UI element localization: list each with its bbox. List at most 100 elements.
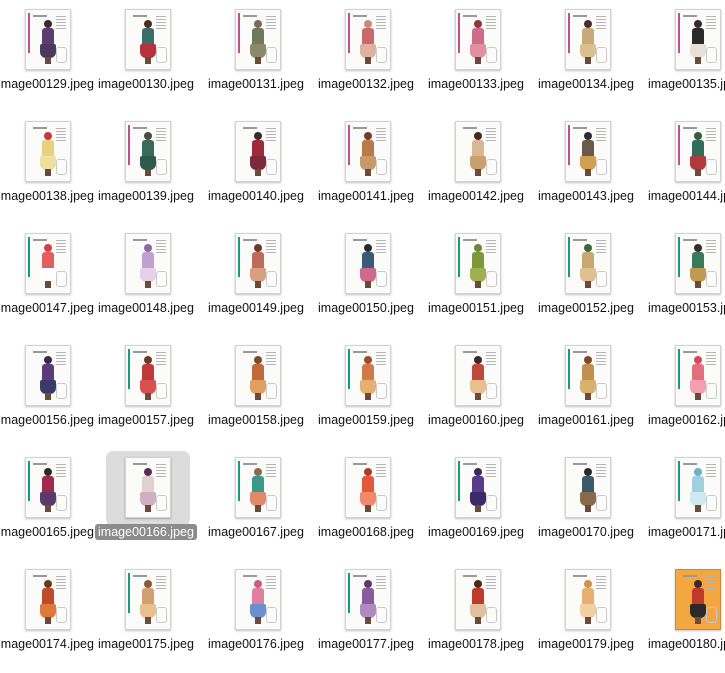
file-item[interactable]: image00180.jpeg — [641, 569, 725, 673]
file-name-label[interactable]: image00179.jpeg — [531, 637, 641, 651]
file-name-label[interactable]: image00143.jpeg — [531, 189, 641, 203]
image-thumbnail[interactable] — [235, 457, 281, 518]
file-name-label[interactable]: image00131.jpeg — [201, 77, 311, 91]
file-name-label[interactable]: image00174.jpeg — [0, 637, 101, 651]
file-item[interactable]: image00170.jpeg — [531, 457, 641, 561]
file-item[interactable]: image00139.jpeg — [91, 121, 201, 225]
file-name-label[interactable]: image00180.jpeg — [641, 637, 725, 651]
image-thumbnail[interactable] — [345, 9, 391, 70]
file-name-label[interactable]: image00165.jpeg — [0, 525, 101, 539]
image-thumbnail[interactable] — [675, 9, 721, 70]
file-item[interactable]: image00178.jpeg — [421, 569, 531, 673]
image-thumbnail[interactable] — [25, 457, 71, 518]
image-thumbnail[interactable] — [125, 121, 171, 182]
file-name-label[interactable]: image00153.jpeg — [641, 301, 725, 315]
file-item[interactable]: image00144.jpeg — [641, 121, 725, 225]
image-thumbnail[interactable] — [235, 9, 281, 70]
file-name-label[interactable]: image00130.jpeg — [91, 77, 201, 91]
file-item[interactable]: image00143.jpeg — [531, 121, 641, 225]
file-item[interactable]: image00158.jpeg — [201, 345, 311, 449]
file-item[interactable]: image00150.jpeg — [311, 233, 421, 337]
file-item[interactable]: image00135.jpeg — [641, 9, 725, 113]
image-thumbnail[interactable] — [455, 569, 501, 630]
image-thumbnail[interactable] — [455, 121, 501, 182]
image-thumbnail[interactable] — [675, 569, 721, 630]
file-name-label[interactable]: image00176.jpeg — [201, 637, 311, 651]
file-name-label[interactable]: image00166.jpeg — [91, 524, 201, 540]
file-item[interactable]: image00162.jpeg — [641, 345, 725, 449]
file-item[interactable]: image00166.jpeg — [91, 451, 201, 561]
file-name-label[interactable]: image00142.jpeg — [421, 189, 531, 203]
image-thumbnail[interactable] — [235, 569, 281, 630]
file-item[interactable]: image00168.jpeg — [311, 457, 421, 561]
file-item[interactable]: image00165.jpeg — [0, 457, 101, 561]
file-item[interactable]: image00169.jpeg — [421, 457, 531, 561]
file-name-label[interactable]: image00177.jpeg — [311, 637, 421, 651]
image-thumbnail[interactable] — [565, 457, 611, 518]
file-name-label[interactable]: image00159.jpeg — [311, 413, 421, 427]
image-thumbnail[interactable] — [345, 121, 391, 182]
file-name-label[interactable]: image00129.jpeg — [0, 77, 101, 91]
file-name-label[interactable]: image00139.jpeg — [91, 189, 201, 203]
image-thumbnail[interactable] — [125, 569, 171, 630]
file-name-label[interactable]: image00147.jpeg — [0, 301, 101, 315]
file-name-label[interactable]: image00162.jpeg — [641, 413, 725, 427]
image-thumbnail[interactable] — [345, 345, 391, 406]
file-item[interactable]: image00138.jpeg — [0, 121, 101, 225]
file-item[interactable]: image00132.jpeg — [311, 9, 421, 113]
image-thumbnail[interactable] — [25, 233, 71, 294]
file-name-label[interactable]: image00144.jpeg — [641, 189, 725, 203]
file-item[interactable]: image00171.jpeg — [641, 457, 725, 561]
file-name-label[interactable]: image00138.jpeg — [0, 189, 101, 203]
image-thumbnail[interactable] — [455, 9, 501, 70]
file-item[interactable]: image00142.jpeg — [421, 121, 531, 225]
file-item[interactable]: image00167.jpeg — [201, 457, 311, 561]
file-item[interactable]: image00149.jpeg — [201, 233, 311, 337]
file-item[interactable]: image00131.jpeg — [201, 9, 311, 113]
image-thumbnail[interactable] — [675, 345, 721, 406]
file-name-label[interactable]: image00140.jpeg — [201, 189, 311, 203]
file-item[interactable]: image00160.jpeg — [421, 345, 531, 449]
image-thumbnail[interactable] — [675, 121, 721, 182]
image-thumbnail[interactable] — [565, 345, 611, 406]
image-thumbnail[interactable] — [675, 233, 721, 294]
file-item[interactable]: image00140.jpeg — [201, 121, 311, 225]
file-name-label[interactable]: image00157.jpeg — [91, 413, 201, 427]
image-thumbnail[interactable] — [455, 457, 501, 518]
file-name-label[interactable]: image00169.jpeg — [421, 525, 531, 539]
file-item[interactable]: image00148.jpeg — [91, 233, 201, 337]
image-thumbnail[interactable] — [125, 9, 171, 70]
file-item[interactable]: image00147.jpeg — [0, 233, 101, 337]
file-name-label[interactable]: image00148.jpeg — [91, 301, 201, 315]
file-item[interactable]: image00152.jpeg — [531, 233, 641, 337]
file-name-label[interactable]: image00149.jpeg — [201, 301, 311, 315]
image-thumbnail[interactable] — [565, 233, 611, 294]
image-thumbnail[interactable] — [235, 121, 281, 182]
image-thumbnail[interactable] — [25, 121, 71, 182]
file-name-label[interactable]: image00178.jpeg — [421, 637, 531, 651]
image-thumbnail[interactable] — [565, 569, 611, 630]
file-item[interactable]: image00175.jpeg — [91, 569, 201, 673]
file-name-label[interactable]: image00171.jpeg — [641, 525, 725, 539]
image-thumbnail[interactable] — [125, 457, 171, 518]
image-thumbnail[interactable] — [565, 9, 611, 70]
file-item[interactable]: image00157.jpeg — [91, 345, 201, 449]
image-thumbnail[interactable] — [565, 121, 611, 182]
file-item[interactable]: image00151.jpeg — [421, 233, 531, 337]
file-item[interactable]: image00174.jpeg — [0, 569, 101, 673]
file-item[interactable]: image00134.jpeg — [531, 9, 641, 113]
image-thumbnail[interactable] — [345, 569, 391, 630]
file-name-label[interactable]: image00158.jpeg — [201, 413, 311, 427]
file-name-label[interactable]: image00168.jpeg — [311, 525, 421, 539]
image-thumbnail[interactable] — [235, 345, 281, 406]
image-thumbnail[interactable] — [455, 345, 501, 406]
file-item[interactable]: image00141.jpeg — [311, 121, 421, 225]
file-name-label[interactable]: image00160.jpeg — [421, 413, 531, 427]
file-item[interactable]: image00177.jpeg — [311, 569, 421, 673]
file-name-label[interactable]: image00141.jpeg — [311, 189, 421, 203]
file-name-label[interactable]: image00132.jpeg — [311, 77, 421, 91]
image-thumbnail[interactable] — [675, 457, 721, 518]
file-name-label[interactable]: image00170.jpeg — [531, 525, 641, 539]
image-thumbnail[interactable] — [125, 345, 171, 406]
file-name-label[interactable]: image00134.jpeg — [531, 77, 641, 91]
